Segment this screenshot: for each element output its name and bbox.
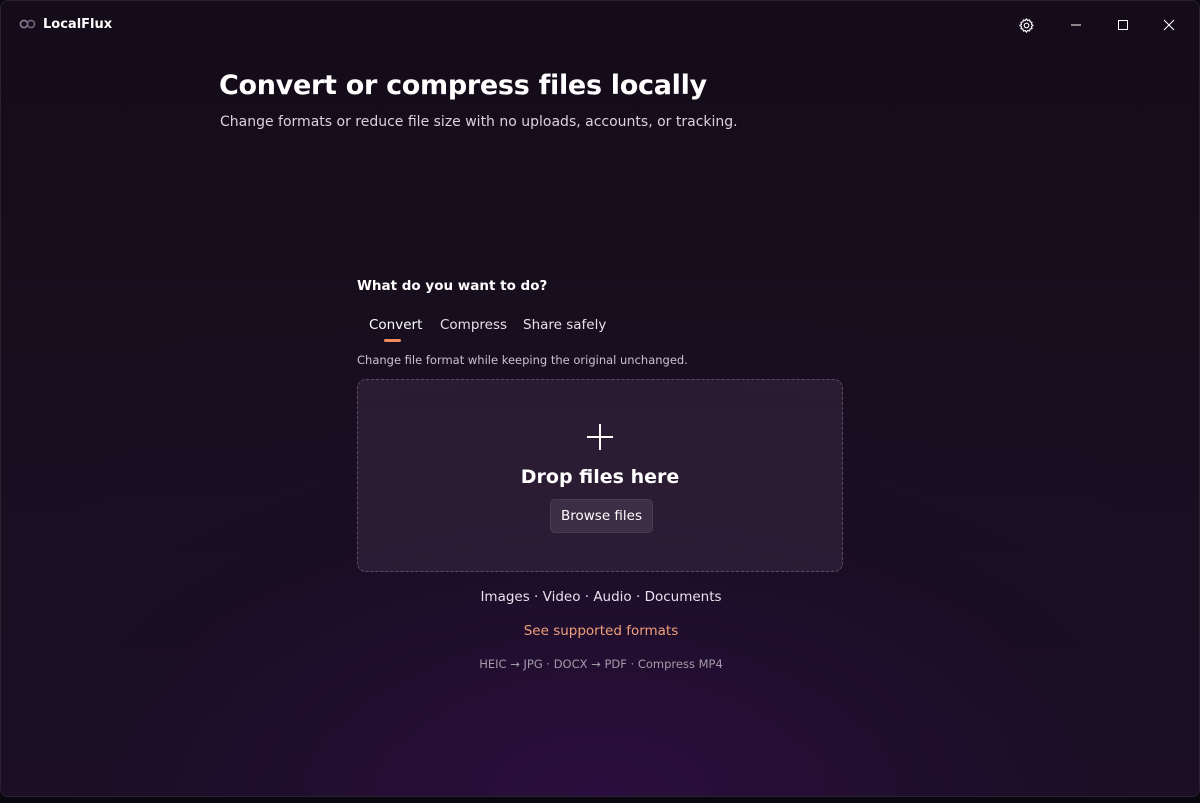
conversion-examples: HEIC → JPG · DOCX → PDF · Compress MP4 xyxy=(479,657,723,671)
close-icon xyxy=(1163,19,1175,31)
active-tab-indicator xyxy=(384,339,401,342)
browse-files-button[interactable]: Browse files xyxy=(550,499,653,533)
minimize-button[interactable] xyxy=(1061,11,1091,39)
page-subtitle: Change formats or reduce file size with … xyxy=(220,114,738,130)
maximize-icon xyxy=(1118,20,1128,30)
title-bar: LocalFlux xyxy=(1,1,1199,49)
supported-formats-link[interactable]: See supported formats xyxy=(1,623,1199,639)
app-title: LocalFlux xyxy=(43,17,113,32)
page-title: Convert or compress files locally xyxy=(219,70,707,101)
gear-icon xyxy=(1018,17,1034,33)
app-window: LocalFlux Convert or compress files loca… xyxy=(0,0,1200,797)
maximize-button[interactable] xyxy=(1108,11,1138,39)
supported-types: Images · Video · Audio · Documents xyxy=(480,589,722,605)
tab-share-safely[interactable]: Share safely xyxy=(523,317,606,345)
settings-button[interactable] xyxy=(1011,11,1041,39)
drop-files-title: Drop files here xyxy=(520,466,680,488)
tab-description: Change file format while keeping the ori… xyxy=(357,353,688,367)
minimize-icon xyxy=(1071,24,1081,26)
app-logo-icon xyxy=(19,19,36,29)
action-question: What do you want to do? xyxy=(357,278,548,294)
plus-icon xyxy=(587,424,613,450)
tab-compress[interactable]: Compress xyxy=(440,317,507,345)
close-button[interactable] xyxy=(1154,11,1184,39)
file-drop-zone[interactable]: Drop files here Browse files xyxy=(357,379,843,572)
